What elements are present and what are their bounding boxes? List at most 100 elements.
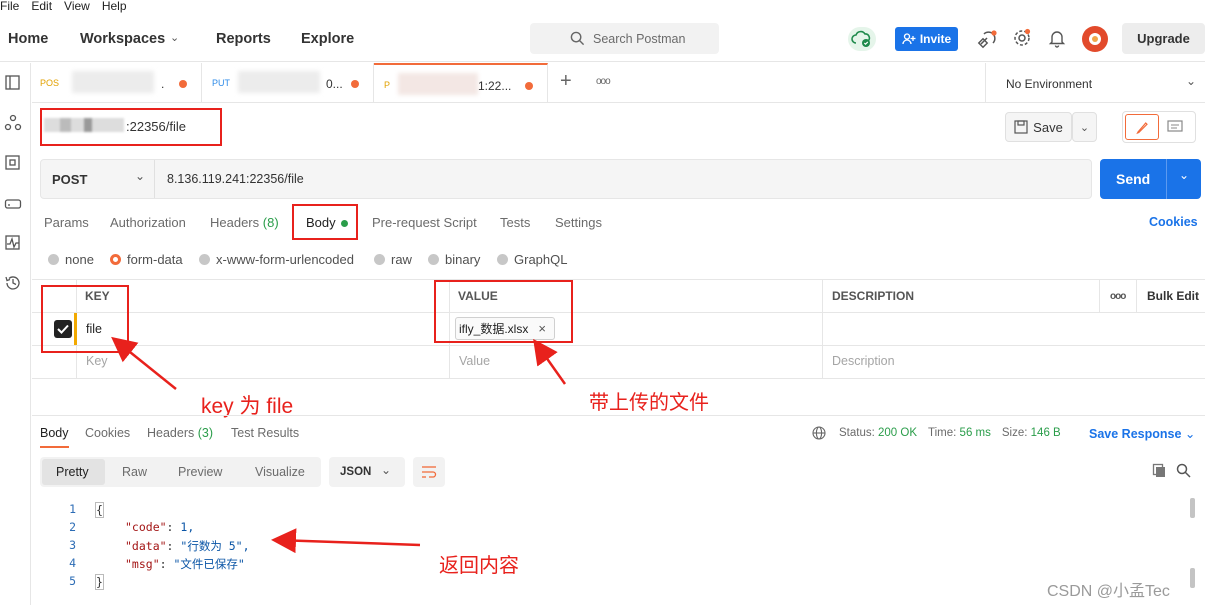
radio-indicator-selected [110, 254, 121, 265]
radio-binary[interactable]: binary [428, 252, 480, 267]
menu-file[interactable]: File [0, 0, 19, 12]
annotation-value-note: 带上传的文件 [589, 392, 709, 414]
response-tab-body[interactable]: Body [40, 426, 69, 448]
request-tab-1[interactable]: POS . [32, 63, 202, 103]
invite-button[interactable]: Invite [895, 27, 958, 51]
view-preview[interactable]: Preview [178, 465, 222, 479]
tab-headers[interactable]: Headers (8) [210, 215, 279, 230]
tab-params[interactable]: Params [44, 215, 89, 230]
arrow-to-response [271, 528, 421, 554]
wrap-lines-icon [422, 466, 437, 478]
size-value[interactable]: 146 B [1031, 427, 1061, 439]
more-tabs-icon[interactable]: ooo [596, 76, 611, 87]
new-tab-plus-icon[interactable]: + [560, 70, 572, 93]
search-icon[interactable] [1176, 463, 1191, 478]
view-raw[interactable]: Raw [122, 465, 147, 479]
unsaved-dot [179, 80, 187, 88]
tab-authorization[interactable]: Authorization [110, 215, 186, 230]
pencil-icon [1136, 122, 1148, 135]
cookies-link[interactable]: Cookies [1149, 215, 1198, 229]
nav-explore[interactable]: Explore [301, 31, 354, 47]
response-tab-headers[interactable]: Headers (3) [147, 426, 213, 440]
radio-none[interactable]: none [48, 252, 94, 267]
json-key: "data" [125, 539, 167, 553]
response-headers-count: (3) [197, 426, 214, 440]
url-input[interactable]: 8.136.119.241:22356/file [167, 172, 304, 186]
history-icon[interactable] [4, 274, 22, 292]
status-value[interactable]: 200 OK [878, 427, 917, 439]
apis-icon[interactable] [4, 114, 22, 132]
redacted-title [238, 71, 320, 93]
tab-prerequest-script[interactable]: Pre-request Script [372, 215, 477, 230]
request-tab-2[interactable]: PUT 0... [202, 63, 374, 103]
value-placeholder[interactable]: Value [459, 354, 490, 368]
send-button[interactable]: Send [1116, 171, 1150, 187]
invite-label: Invite [919, 32, 952, 46]
line-number: 1 [69, 502, 76, 516]
menu-view[interactable]: View [64, 0, 90, 12]
response-meta: Status: 200 OK Time: 56 ms Size: 146 B [839, 427, 1061, 439]
line-number: 4 [69, 556, 76, 570]
wrap-lines-button[interactable] [413, 457, 445, 487]
time-value[interactable]: 56 ms [960, 427, 991, 439]
environments-icon[interactable] [4, 154, 22, 172]
size-label: Size: [1001, 427, 1028, 439]
menu-edit[interactable]: Edit [31, 0, 52, 12]
request-tab-active[interactable]: P 1:22... [374, 63, 548, 103]
avatar[interactable] [1082, 26, 1108, 52]
description-placeholder[interactable]: Description [832, 354, 895, 368]
radio-indicator [48, 254, 59, 265]
chevron-down-icon[interactable]: ⌄ [170, 31, 179, 44]
save-button[interactable]: Save [1005, 112, 1072, 142]
json-value: 1, [180, 520, 195, 534]
radio-form-data[interactable]: form-data [110, 252, 183, 267]
table-column-divider [1136, 279, 1137, 312]
annotation-box-key [41, 285, 129, 353]
radio-graphql[interactable]: GraphQL [497, 252, 567, 267]
view-visualize[interactable]: Visualize [255, 465, 305, 479]
view-pretty[interactable]: Pretty [56, 465, 89, 479]
format-select[interactable]: JSON ⌄ [329, 457, 405, 487]
bulk-edit-button[interactable]: Bulk Edit [1147, 289, 1199, 303]
environment-select[interactable]: No Environment ⌄ [985, 63, 1205, 103]
bell-icon[interactable] [1048, 29, 1066, 48]
save-options-button[interactable]: ⌄ [1072, 112, 1097, 142]
edit-mode-button[interactable] [1125, 114, 1159, 140]
radio-indicator [199, 254, 210, 265]
radio-indicator [374, 254, 385, 265]
satellite-icon[interactable] [977, 28, 999, 50]
globe-icon[interactable] [812, 426, 826, 440]
nav-reports[interactable]: Reports [216, 31, 271, 47]
nav-workspaces[interactable]: Workspaces [80, 31, 165, 47]
radio-raw[interactable]: raw [374, 252, 412, 267]
save-response-button[interactable]: Save Response ⌄ [1089, 426, 1195, 441]
radio-x-www-form-urlencoded[interactable]: x-www-form-urlencoded [199, 252, 354, 267]
collections-icon[interactable] [4, 74, 22, 92]
send-options-chevron-icon[interactable]: ⌄ [1179, 168, 1189, 182]
radio-indicator [497, 254, 508, 265]
response-scrollbar-lower[interactable] [1190, 568, 1195, 588]
chevron-down-icon: ⌄ [135, 169, 146, 183]
upgrade-button[interactable]: Upgrade [1122, 23, 1205, 54]
response-tab-test-results[interactable]: Test Results [231, 426, 299, 440]
column-options-icon[interactable]: ooo [1110, 291, 1126, 302]
radio-label: none [65, 252, 94, 267]
method-select[interactable]: POST ⌄ [41, 160, 155, 198]
sync-status[interactable] [848, 27, 876, 51]
unsaved-dot [525, 82, 533, 90]
json-value: "行数为 5", [180, 539, 250, 553]
menu-help[interactable]: Help [102, 0, 127, 12]
tab-tests[interactable]: Tests [500, 215, 530, 230]
search-input[interactable]: Search Postman [530, 23, 719, 54]
copy-icon[interactable] [1152, 463, 1167, 478]
tab-settings[interactable]: Settings [555, 215, 602, 230]
gear-icon[interactable] [1012, 28, 1032, 48]
comments-icon[interactable] [1167, 120, 1183, 134]
nav-home[interactable]: Home [8, 31, 48, 47]
monitors-icon[interactable] [4, 234, 22, 252]
response-tab-cookies[interactable]: Cookies [85, 426, 130, 440]
json-close-brace: } [95, 574, 104, 590]
key-placeholder[interactable]: Key [86, 354, 108, 368]
response-scrollbar[interactable] [1190, 498, 1195, 518]
mock-servers-icon[interactable] [4, 194, 22, 212]
